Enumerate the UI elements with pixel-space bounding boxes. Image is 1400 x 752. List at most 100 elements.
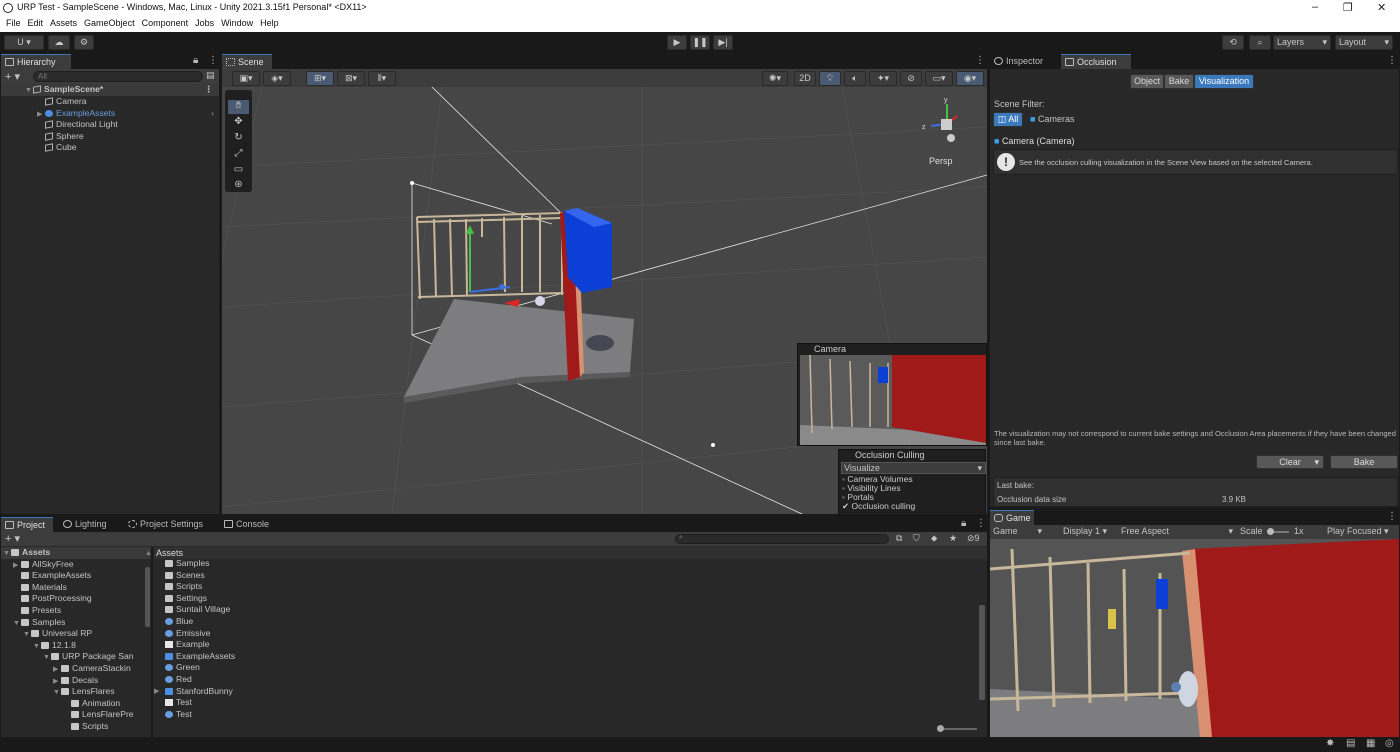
tree-item[interactable]: ▶ AllSkyFree <box>1 559 151 571</box>
fx-dropdown[interactable]: ✦▾ <box>869 71 897 86</box>
tab-scene[interactable]: Scene <box>222 54 272 69</box>
draw-mode-dropdown[interactable]: ▣▾ <box>232 71 260 86</box>
tree-item[interactable]: PostProcessing <box>1 593 151 605</box>
camera-dropdown[interactable]: ▭▾ <box>925 71 953 86</box>
tab-game[interactable]: Game <box>990 510 1034 525</box>
hierarchy-item-directional-light[interactable]: Directional Light <box>1 119 219 131</box>
lighting-icon[interactable]: 💡︎ <box>819 71 841 86</box>
history-icon[interactable]: ⟲ <box>1222 35 1244 50</box>
tree-item[interactable]: Materials <box>1 582 151 594</box>
hierarchy-search-input[interactable]: All <box>33 71 203 82</box>
expand-arrow-icon[interactable]: ▼ <box>53 687 61 698</box>
option-occlusion-culling[interactable]: ✔ Occlusion culling <box>842 502 915 511</box>
aspect-dropdown[interactable]: Free Aspect ▾ <box>1121 525 1233 538</box>
checkbox-checked-icon[interactable]: ✔ <box>842 501 849 511</box>
bug-icon[interactable]: ✸ <box>1326 738 1334 749</box>
hierarchy-item-exampleassets[interactable]: ▶ ExampleAssets › <box>1 108 219 120</box>
rect-tool-icon[interactable]: ▭ <box>228 164 249 178</box>
tag-icon[interactable]: ⬥ <box>931 533 937 544</box>
tree-item[interactable]: LensFlarePre <box>1 709 151 721</box>
expand-arrow-icon[interactable]: ▶ <box>53 676 61 687</box>
tree-item[interactable]: ▼ Samples <box>1 617 151 629</box>
icon-size-slider[interactable] <box>937 725 977 732</box>
asset-item[interactable]: Green <box>154 662 974 674</box>
game-view[interactable] <box>990 539 1399 737</box>
tree-item[interactable]: ▶ CameraStackin <box>1 663 151 675</box>
tree-scrollbar[interactable] <box>145 567 150 627</box>
more-icon[interactable]: ⋮ <box>976 518 986 529</box>
tree-item[interactable]: ▼ Universal RP <box>1 628 151 640</box>
cloud-icon[interactable]: ☁ <box>48 35 70 50</box>
search-icon[interactable]: ⌕ <box>1249 35 1271 50</box>
menu-file[interactable]: File <box>6 16 21 31</box>
more-icon[interactable]: ⋮ <box>1387 55 1397 66</box>
expand-arrow-icon[interactable]: ▼ <box>13 618 21 629</box>
expand-arrow-icon[interactable]: ▼ <box>3 548 11 559</box>
tree-item[interactable]: ▼ Assets <box>1 547 151 559</box>
asset-item[interactable]: Scenes <box>154 570 974 582</box>
bake-button[interactable]: Bake <box>1330 455 1398 469</box>
scroll-up-icon[interactable]: ▲ <box>145 550 152 557</box>
slider-handle[interactable] <box>1267 528 1274 535</box>
more-icon[interactable]: ⋮ <box>208 55 218 66</box>
tab-project[interactable]: Project <box>1 517 53 532</box>
hidden-packages-icon[interactable]: ⊘9 <box>967 533 980 544</box>
display-dropdown[interactable]: Display 1 ▾ <box>1063 525 1107 538</box>
play-focused-dropdown[interactable]: Play Focused ▾ <box>1327 525 1389 538</box>
asset-item[interactable]: Samples <box>154 560 974 570</box>
clear-dropdown-button[interactable]: Clear ▾ <box>1256 455 1324 469</box>
asset-item[interactable]: Suntail Village <box>154 604 974 616</box>
tree-item[interactable]: Scripts <box>1 721 151 733</box>
tree-item[interactable]: ▼ URP Package San <box>1 651 151 663</box>
increment-snap-dropdown[interactable]: ⊠▾ <box>337 71 365 86</box>
menu-help[interactable]: Help <box>260 16 279 31</box>
expand-arrow-icon[interactable]: ▼ <box>23 629 31 640</box>
more-icon[interactable]: ⋮ <box>1387 511 1397 522</box>
filter-all-button[interactable]: ◫ All <box>993 112 1023 127</box>
audio-icon[interactable]: 🔈︎ <box>844 71 866 86</box>
visualization-mode-button[interactable]: Visualization <box>1194 74 1254 89</box>
menu-assets[interactable]: Assets <box>50 16 77 31</box>
expand-arrow-icon[interactable]: ▼ <box>33 641 41 652</box>
asset-item[interactable]: Test <box>154 697 974 709</box>
layout-dropdown[interactable]: Layout ▾ <box>1335 35 1393 50</box>
step-button[interactable]: ▶| <box>713 35 733 50</box>
account-button[interactable]: U ▾ <box>4 35 44 50</box>
gizmos-dropdown[interactable]: ◉▾ <box>956 71 984 86</box>
breadcrumb-assets[interactable]: Assets <box>156 548 183 558</box>
add-button[interactable]: + ▾ <box>5 70 20 83</box>
scale-slider[interactable] <box>1267 528 1289 535</box>
tree-item[interactable]: ▼ LensFlares <box>1 686 151 698</box>
option-portals[interactable]: ▪ Portals <box>842 492 915 502</box>
filter-icon[interactable]: ▤ <box>206 70 215 81</box>
project-search-input[interactable]: ⌕ <box>675 534 889 544</box>
layers-dropdown[interactable]: Layers ▾ <box>1273 35 1331 50</box>
menu-edit[interactable]: Edit <box>28 16 44 31</box>
tree-item[interactable]: ExampleAssets <box>1 570 151 582</box>
assets-scrollbar[interactable] <box>979 605 985 700</box>
orientation-gizmo-icon[interactable]: y z <box>917 94 977 154</box>
scene-root-row[interactable]: ▼ SampleScene* ⋮ <box>1 84 219 96</box>
tab-hierarchy[interactable]: Hierarchy <box>1 54 71 69</box>
play-button[interactable]: ▶ <box>667 35 687 50</box>
tab-project-settings[interactable]: Project Settings <box>124 517 214 532</box>
expand-arrow-icon[interactable]: ▶ <box>13 560 21 571</box>
tab-console[interactable]: Console <box>220 517 276 532</box>
object-mode-button[interactable]: Object <box>1130 74 1164 89</box>
more-icon[interactable]: ⋮ <box>975 55 985 66</box>
progress-icon[interactable]: ▤ <box>1346 738 1355 749</box>
bake-mode-button[interactable]: Bake <box>1164 74 1194 89</box>
game-mode-dropdown[interactable]: Game ▾ <box>993 525 1042 538</box>
grid-snap-dropdown[interactable]: ⊞▾ <box>306 71 334 86</box>
menu-gameobject[interactable]: GameObject <box>84 16 135 31</box>
maximize-button[interactable]: ❐ <box>1343 1 1353 14</box>
menu-jobs[interactable]: Jobs <box>195 16 214 31</box>
hierarchy-item-sphere[interactable]: Sphere <box>1 131 219 143</box>
search-by-type-icon[interactable]: ⧉ <box>896 533 902 544</box>
asset-item[interactable]: Test <box>154 709 974 721</box>
rotate-tool-icon[interactable]: ↻ <box>228 132 249 146</box>
asset-item[interactable]: Scripts <box>154 581 974 593</box>
cache-icon[interactable]: ▦ <box>1366 738 1375 749</box>
hierarchy-item-camera[interactable]: Camera <box>1 96 219 108</box>
asset-item[interactable]: Example <box>154 639 974 651</box>
